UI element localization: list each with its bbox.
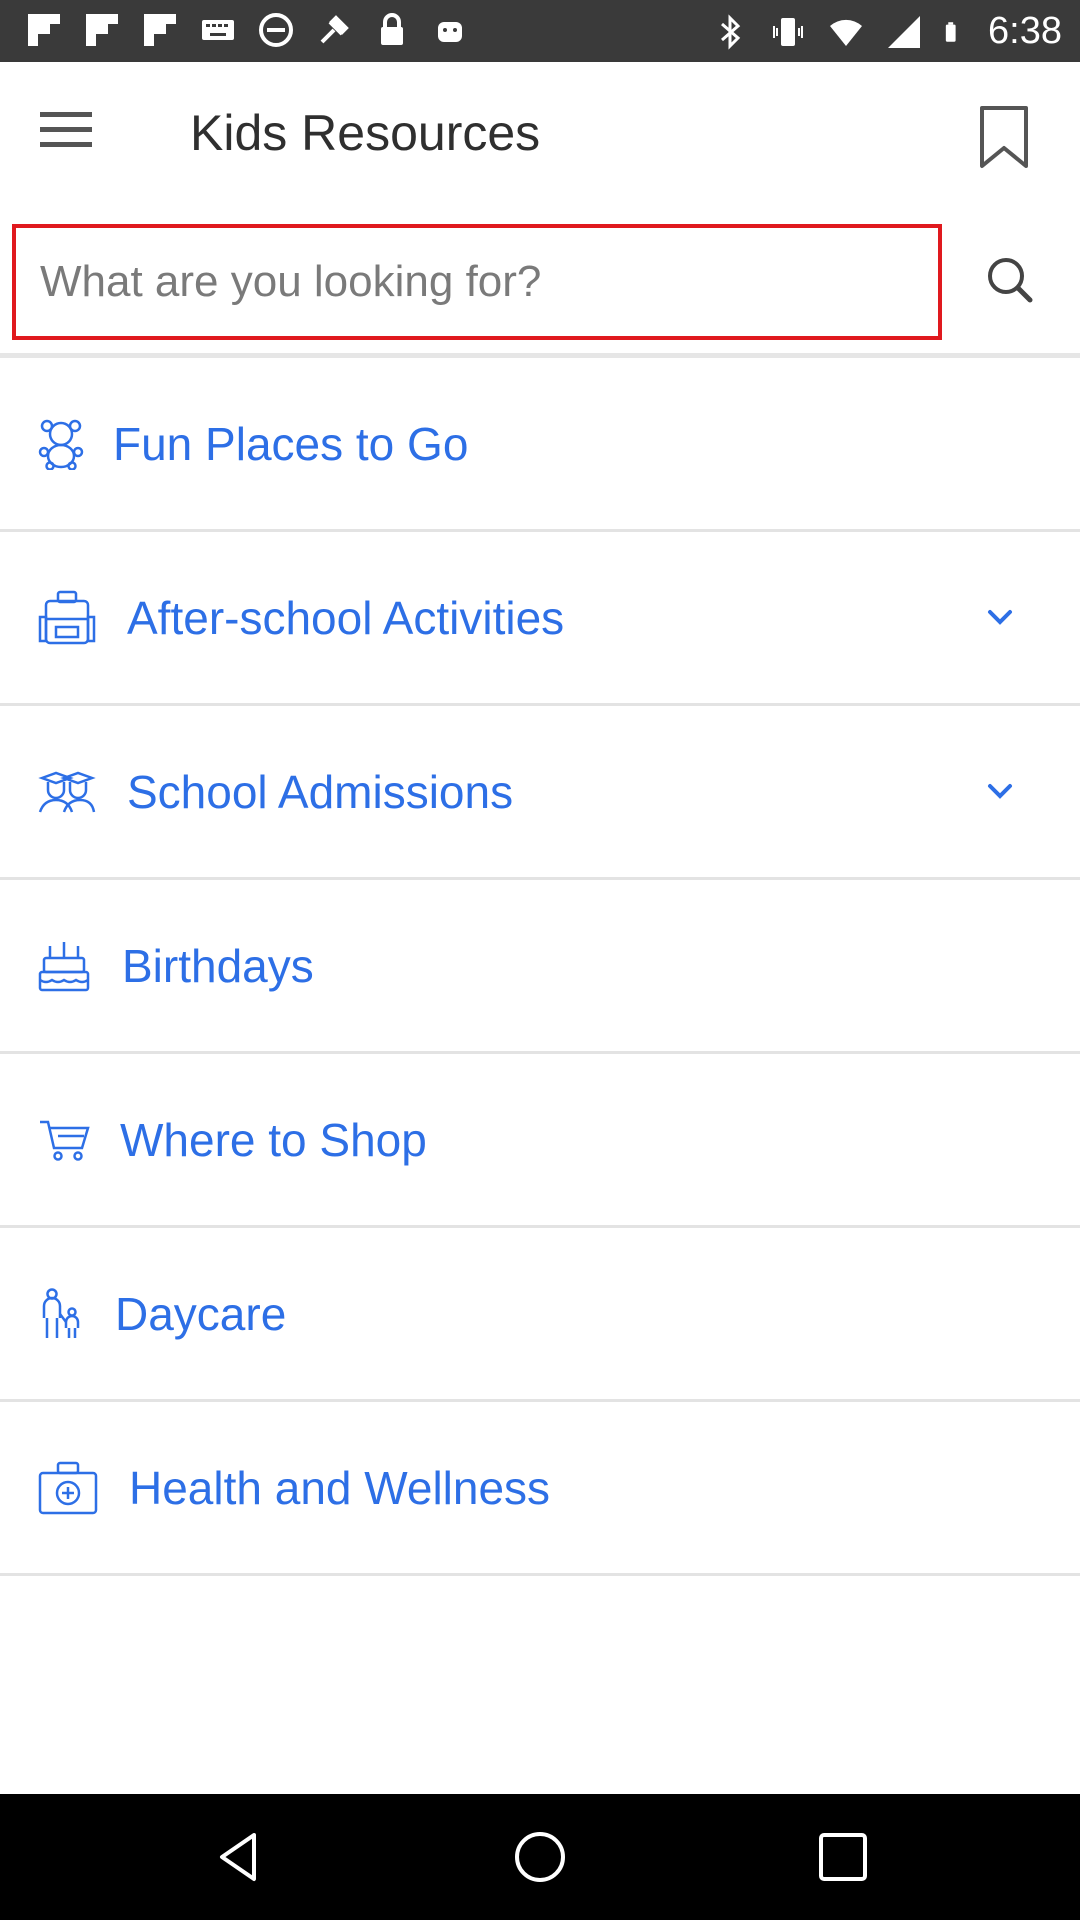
status-left-icons [26,12,468,48]
list-item-label: After-school Activities [127,591,565,644]
flipboard-icon [86,14,118,46]
search-row [0,210,1080,358]
hamburger-menu-icon[interactable] [40,112,106,160]
status-bar: 6:38 [0,0,1080,62]
battery-icon [945,21,956,42]
system-nav-bar [0,1794,1080,1920]
first-aid-kit-icon [38,1461,98,1514]
list-item-label: School Admissions [127,765,514,818]
android-icon [438,22,462,42]
fake-gps-icon [320,15,349,44]
teddy-bear-icon [38,419,84,470]
status-right-icons: 6:38 [712,10,1062,53]
list-item-birthdays[interactable]: Birthdays [0,880,1080,1054]
birthday-cake-icon [38,941,90,991]
graduates-icon [38,771,96,812]
list-item-health-wellness[interactable]: Health and Wellness [0,1402,1080,1576]
list-item-school-admissions[interactable]: School Admissions [0,706,1080,880]
search-box [12,224,942,340]
parent-child-icon [42,1287,80,1338]
app-bar: Kids Resources [0,62,1080,210]
list-item-label: Fun Places to Go [113,417,469,470]
status-time: 6:38 [988,10,1062,52]
chevron-down-icon[interactable] [980,598,1020,638]
chevron-down-icon[interactable] [980,772,1020,812]
list-item-label: Birthdays [122,939,314,992]
shopping-cart-icon [40,1120,90,1161]
flipboard-icon [144,14,176,46]
search-icon[interactable] [980,250,1040,310]
wifi-icon [830,19,863,46]
recents-icon[interactable] [813,1827,873,1887]
page-title: Kids Resources [190,105,541,161]
list-item-after-school[interactable]: After-school Activities [0,532,1080,706]
bookmark-icon[interactable] [976,104,1032,170]
resource-list: Fun Places to Go After-school Activities… [0,358,1080,1576]
list-item-daycare[interactable]: Daycare [0,1228,1080,1402]
bluetooth-icon [721,13,741,50]
list-item-label: Daycare [115,1287,287,1340]
signal-icon [888,15,921,48]
lock-icon [381,13,403,45]
list-item-label: Health and Wellness [129,1461,551,1514]
flipboard-icon [28,14,60,46]
vibrate-icon [773,17,804,46]
list-item-fun-places[interactable]: Fun Places to Go [0,358,1080,532]
list-item-where-to-shop[interactable]: Where to Shop [0,1054,1080,1228]
back-icon[interactable] [210,1827,270,1887]
no-entry-icon [259,13,293,47]
home-icon[interactable] [510,1827,570,1887]
list-item-label: Where to Shop [120,1113,427,1166]
search-input[interactable] [16,228,938,336]
backpack-icon [38,590,96,644]
keyboard-icon [202,20,234,40]
